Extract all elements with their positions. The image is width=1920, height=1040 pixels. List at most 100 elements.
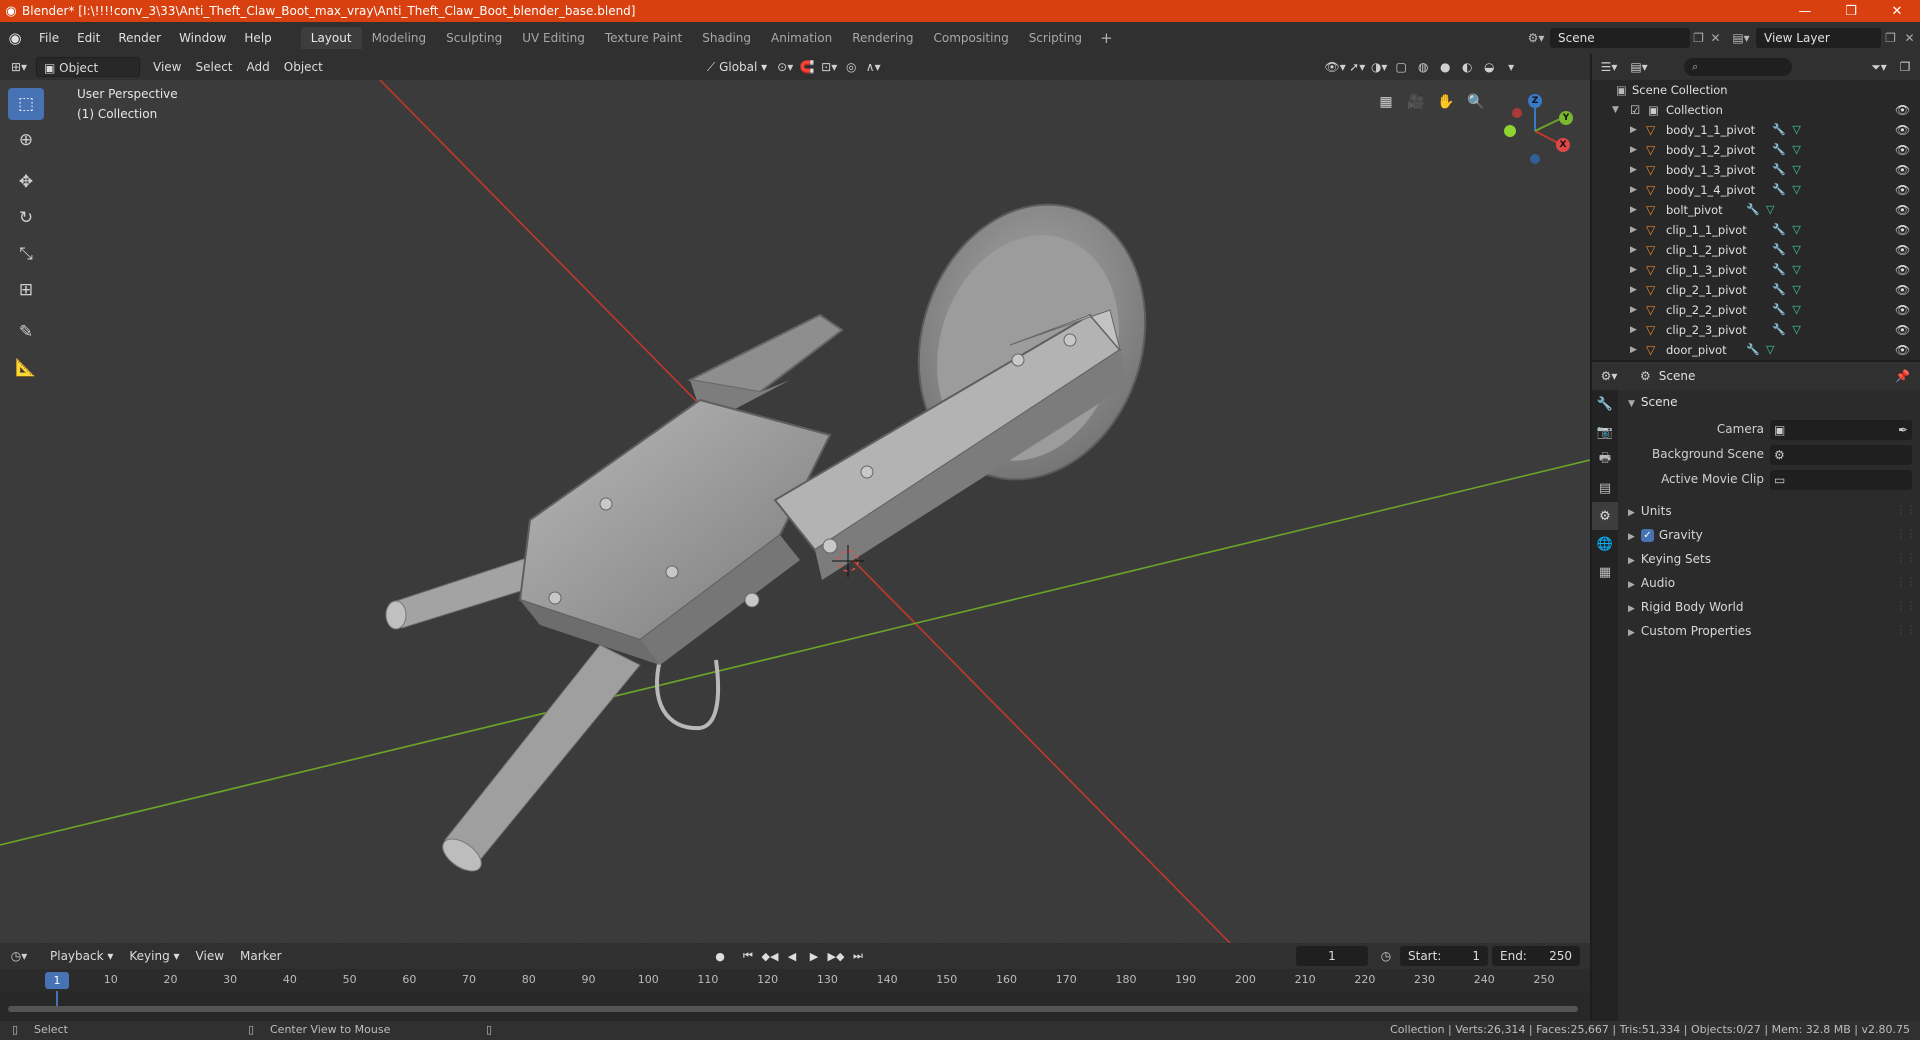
shading-solid-icon[interactable]: ●: [1434, 57, 1456, 77]
camera-field[interactable]: ▣ ✒: [1770, 420, 1912, 440]
object-visibility-eye-icon[interactable]: 👁: [1895, 140, 1910, 160]
outliner-object-row[interactable]: ▶ ▽ clip_2_1_pivot 🔧 ▽ 👁: [1592, 280, 1920, 300]
mesh-data-icon[interactable]: ▽: [1792, 320, 1800, 340]
object-expand-icon[interactable]: ▶: [1630, 340, 1637, 360]
new-scene-icon[interactable]: ❐: [1690, 31, 1707, 45]
mesh-data-icon[interactable]: ▽: [1792, 300, 1800, 320]
tab-compositing[interactable]: Compositing: [923, 27, 1018, 49]
outliner-object-row[interactable]: ▶ ▽ clip_1_2_pivot 🔧 ▽ 👁: [1592, 240, 1920, 260]
scene-tab-icon[interactable]: ⚙: [1592, 502, 1618, 530]
custom-properties-panel[interactable]: ▶ Custom Properties ⋮⋮: [1620, 619, 1920, 643]
3d-viewport[interactable]: ⬚ ⊕ ✥ ↻ ⤡ ⊞ ✎ 📐 User Perspective (1) Col…: [0, 80, 1590, 943]
tab-sculpting[interactable]: Sculpting: [436, 27, 512, 49]
object-expand-icon[interactable]: ▶: [1630, 120, 1637, 140]
modifier-wrench-icon[interactable]: 🔧: [1772, 120, 1786, 140]
menu-window[interactable]: Window: [170, 22, 235, 54]
shading-material-icon[interactable]: ◐: [1456, 57, 1478, 77]
menu-help[interactable]: Help: [235, 22, 280, 54]
shading-wireframe-icon[interactable]: ◍: [1412, 57, 1434, 77]
keying-sets-panel[interactable]: ▶ Keying Sets ⋮⋮: [1620, 547, 1920, 571]
pan-hand-icon[interactable]: ✋: [1432, 88, 1460, 116]
pivot-point-icon[interactable]: ⊙▾: [774, 57, 796, 77]
mesh-data-icon[interactable]: ▽: [1766, 200, 1774, 220]
visibility-icon[interactable]: 👁▾: [1324, 57, 1346, 77]
rotate-tool-icon[interactable]: ↻: [8, 202, 44, 234]
gizmo-y-axis[interactable]: Y: [1559, 111, 1573, 125]
snap-target-icon[interactable]: ⊡▾: [818, 57, 840, 77]
display-mode-icon[interactable]: ▤▾: [1628, 57, 1650, 77]
transform-orientation-dropdown[interactable]: ⟋ Global ▾: [700, 57, 774, 77]
collection-row[interactable]: ▼ ☑ ▣ Collection 👁: [1592, 100, 1920, 120]
blender-menu-icon[interactable]: ◉: [0, 29, 30, 47]
menu-view[interactable]: View: [146, 57, 188, 77]
texture-tab-icon[interactable]: ▦: [1592, 558, 1618, 586]
eyedropper-icon[interactable]: ✒: [1898, 420, 1908, 440]
units-panel[interactable]: ▶ Units ⋮⋮: [1620, 499, 1920, 523]
outliner-object-row[interactable]: ▶ ▽ clip_1_3_pivot 🔧 ▽ 👁: [1592, 260, 1920, 280]
menu-edit[interactable]: Edit: [68, 22, 109, 54]
view-layer-field[interactable]: View Layer: [1756, 28, 1881, 48]
new-collection-icon[interactable]: ❐: [1894, 57, 1916, 77]
scale-tool-icon[interactable]: ⤡: [8, 238, 44, 270]
snap-icon[interactable]: 🧲: [796, 57, 818, 77]
audio-panel[interactable]: ▶ Audio ⋮⋮: [1620, 571, 1920, 595]
gizmo-x-axis[interactable]: X: [1556, 138, 1570, 152]
camera-view-icon[interactable]: 🎥: [1402, 88, 1430, 116]
object-visibility-eye-icon[interactable]: 👁: [1895, 200, 1910, 220]
xray-icon[interactable]: ▢: [1390, 57, 1412, 77]
menu-file[interactable]: File: [30, 22, 68, 54]
tab-scripting[interactable]: Scripting: [1019, 27, 1092, 49]
outliner-object-row[interactable]: ▶ ▽ body_1_1_pivot 🔧 ▽ 👁: [1592, 120, 1920, 140]
outliner-object-row[interactable]: ▶ ▽ body_1_4_pivot 🔧 ▽ 👁: [1592, 180, 1920, 200]
modifier-wrench-icon[interactable]: 🔧: [1772, 320, 1786, 340]
minimize-button[interactable]: —: [1782, 0, 1828, 22]
object-expand-icon[interactable]: ▶: [1630, 220, 1637, 240]
background-scene-field[interactable]: ⚙: [1770, 445, 1912, 465]
view-layer-icon[interactable]: ▤▾: [1726, 31, 1756, 45]
menu-object[interactable]: Object: [277, 57, 330, 77]
scene-collection-row[interactable]: ▣ Scene Collection: [1592, 80, 1920, 100]
play-icon[interactable]: ▶: [804, 946, 824, 966]
maximize-button[interactable]: ❐: [1828, 0, 1874, 22]
object-expand-icon[interactable]: ▶: [1630, 320, 1637, 340]
pin-icon[interactable]: 📌: [1895, 369, 1910, 383]
zoom-icon[interactable]: 🔍: [1462, 88, 1490, 116]
timeline-ruler[interactable]: 1 10 20 30 40 50 60 70 80 90 100 110 120 130 140 150 16…: [0, 969, 1590, 991]
view-layer-tab-icon[interactable]: ▤: [1592, 474, 1618, 502]
mesh-data-icon[interactable]: ▽: [1792, 120, 1800, 140]
gravity-panel[interactable]: ▶ ✓ Gravity ⋮⋮: [1620, 523, 1920, 547]
menu-select[interactable]: Select: [188, 57, 239, 77]
rigid-body-world-panel[interactable]: ▶ Rigid Body World ⋮⋮: [1620, 595, 1920, 619]
add-workspace-icon[interactable]: +: [1092, 29, 1121, 47]
modifier-wrench-icon[interactable]: 🔧: [1746, 340, 1760, 360]
delete-scene-icon[interactable]: ✕: [1707, 31, 1724, 45]
move-tool-icon[interactable]: ✥: [8, 166, 44, 198]
record-icon[interactable]: ●: [710, 946, 730, 966]
outliner-object-row[interactable]: ▶ ▽ body_1_2_pivot 🔧 ▽ 👁: [1592, 140, 1920, 160]
mesh-data-icon[interactable]: ▽: [1792, 260, 1800, 280]
modifier-wrench-icon[interactable]: 🔧: [1772, 280, 1786, 300]
object-visibility-eye-icon[interactable]: 👁: [1895, 280, 1910, 300]
object-expand-icon[interactable]: ▶: [1630, 240, 1637, 260]
tab-animation[interactable]: Animation: [761, 27, 842, 49]
object-visibility-eye-icon[interactable]: 👁: [1895, 120, 1910, 140]
outliner-object-row[interactable]: ▶ ▽ door_pivot 🔧 ▽ 👁: [1592, 340, 1920, 360]
world-tab-icon[interactable]: 🌐: [1592, 530, 1618, 558]
collection-expand-icon[interactable]: ▼: [1612, 100, 1619, 120]
collection-checkbox[interactable]: ☑: [1630, 100, 1640, 120]
shading-options-icon[interactable]: ▾: [1500, 57, 1522, 77]
menu-add[interactable]: Add: [240, 57, 277, 77]
outliner-editor-type-icon[interactable]: ☰▾: [1598, 57, 1620, 77]
object-visibility-eye-icon[interactable]: 👁: [1895, 320, 1910, 340]
tab-modeling[interactable]: Modeling: [362, 27, 437, 49]
tab-texture-paint[interactable]: Texture Paint: [595, 27, 692, 49]
current-frame-field[interactable]: 1: [1296, 946, 1368, 966]
gizmo-z-axis[interactable]: Z: [1528, 94, 1542, 108]
modifier-wrench-icon[interactable]: 🔧: [1772, 140, 1786, 160]
object-expand-icon[interactable]: ▶: [1630, 160, 1637, 180]
menu-timeline-view[interactable]: View: [188, 949, 232, 963]
scene-panel-header[interactable]: ▼ Scene: [1620, 390, 1920, 414]
new-view-layer-icon[interactable]: ❐: [1881, 31, 1900, 45]
object-visibility-eye-icon[interactable]: 👁: [1895, 180, 1910, 200]
close-button[interactable]: ✕: [1874, 0, 1920, 22]
